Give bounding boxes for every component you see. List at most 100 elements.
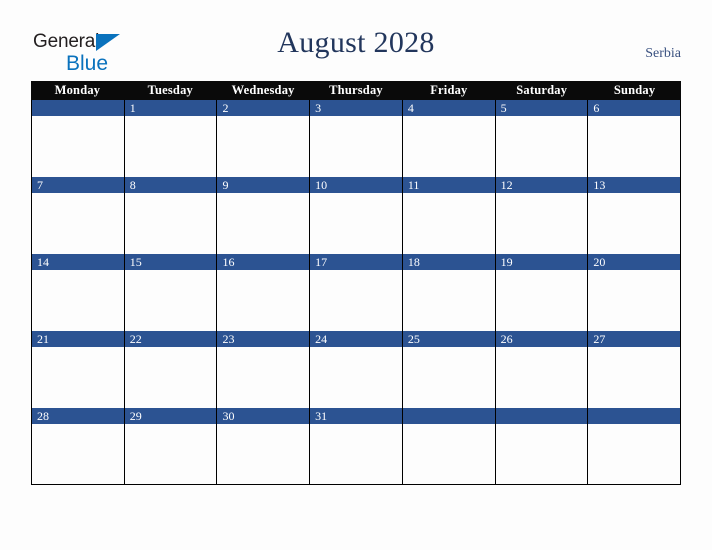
- day-cell[interactable]: 7: [32, 177, 125, 254]
- day-cell[interactable]: 1: [124, 100, 218, 177]
- day-event-area[interactable]: [124, 347, 217, 406]
- day-event-area[interactable]: [495, 270, 588, 329]
- day-number-band: 26: [495, 331, 588, 347]
- weekday-header-wednesday: Wednesday: [231, 83, 295, 97]
- day-number-band: 1: [124, 100, 217, 116]
- day-event-area[interactable]: [402, 116, 495, 175]
- day-event-area[interactable]: [310, 193, 402, 252]
- day-cell[interactable]: 13: [588, 177, 682, 254]
- day-number-band: 21: [32, 331, 124, 347]
- day-number: 9: [222, 178, 229, 192]
- day-event-area[interactable]: [495, 116, 588, 175]
- day-cell[interactable]: 15: [124, 254, 218, 331]
- day-event-area[interactable]: [588, 270, 681, 329]
- day-event-area[interactable]: [32, 116, 124, 175]
- day-cell[interactable]: 28: [32, 408, 125, 485]
- day-event-area[interactable]: [32, 347, 124, 406]
- day-cell[interactable]: [588, 408, 682, 485]
- day-cell[interactable]: 10: [310, 177, 403, 254]
- day-number: 4: [407, 101, 414, 115]
- weekday-header-monday: Monday: [54, 83, 101, 97]
- week-row: 21 22 23 24 25 26 27: [31, 331, 682, 408]
- day-number: 10: [315, 178, 328, 192]
- day-event-area[interactable]: [402, 270, 495, 329]
- day-number: 27: [593, 332, 606, 346]
- day-event-area[interactable]: [124, 270, 217, 329]
- day-cell[interactable]: 9: [217, 177, 311, 254]
- day-number-band: [588, 408, 681, 424]
- day-cell[interactable]: 3: [310, 100, 403, 177]
- day-event-area[interactable]: [495, 347, 588, 406]
- day-number-band: 11: [402, 177, 495, 193]
- day-event-area[interactable]: [588, 347, 681, 406]
- day-number-band: 12: [495, 177, 588, 193]
- day-event-area[interactable]: [310, 347, 402, 406]
- day-event-area[interactable]: [402, 193, 495, 252]
- day-number: 2: [222, 101, 229, 115]
- day-number-band: 17: [310, 254, 402, 270]
- day-cell[interactable]: 31: [310, 408, 403, 485]
- day-cell[interactable]: 11: [402, 177, 496, 254]
- day-event-area[interactable]: [32, 424, 124, 483]
- day-cell[interactable]: 30: [217, 408, 311, 485]
- day-number-band: 31: [310, 408, 402, 424]
- day-cell[interactable]: 2: [217, 100, 311, 177]
- day-event-area[interactable]: [217, 347, 310, 406]
- day-number: 25: [407, 332, 420, 346]
- day-number: 24: [315, 332, 328, 346]
- day-cell[interactable]: 14: [32, 254, 125, 331]
- day-number-band: 29: [124, 408, 217, 424]
- day-cell[interactable]: 5: [495, 100, 589, 177]
- day-event-area[interactable]: [217, 193, 310, 252]
- day-cell[interactable]: [32, 100, 125, 177]
- day-cell[interactable]: 27: [588, 331, 682, 408]
- day-event-area[interactable]: [124, 193, 217, 252]
- week-row: 7 8 9 10 11 12 13: [31, 177, 682, 254]
- day-cell[interactable]: 18: [402, 254, 496, 331]
- weekday-header-tuesday: Tuesday: [147, 83, 193, 97]
- day-event-area[interactable]: [310, 424, 402, 483]
- day-cell[interactable]: 4: [402, 100, 496, 177]
- day-cell[interactable]: 22: [124, 331, 218, 408]
- day-cell[interactable]: 12: [495, 177, 589, 254]
- day-cell[interactable]: 20: [588, 254, 682, 331]
- day-event-area[interactable]: [124, 424, 217, 483]
- day-event-area[interactable]: [588, 424, 681, 483]
- day-number: 15: [129, 255, 142, 269]
- day-cell[interactable]: 25: [402, 331, 496, 408]
- day-event-area[interactable]: [310, 116, 402, 175]
- day-event-area[interactable]: [402, 347, 495, 406]
- day-event-area[interactable]: [217, 424, 310, 483]
- day-event-area[interactable]: [217, 270, 310, 329]
- day-cell[interactable]: 6: [588, 100, 682, 177]
- day-cell[interactable]: 19: [495, 254, 589, 331]
- day-event-area[interactable]: [217, 116, 310, 175]
- day-number: 18: [407, 255, 420, 269]
- day-event-area[interactable]: [32, 193, 124, 252]
- day-event-area[interactable]: [495, 424, 588, 483]
- country-label: Serbia: [645, 46, 681, 61]
- page-header: General Blue August 2028 Serbia: [0, 0, 712, 80]
- day-cell[interactable]: 17: [310, 254, 403, 331]
- weekday-header-sunday: Sunday: [613, 83, 656, 97]
- day-cell[interactable]: [402, 408, 496, 485]
- day-cell[interactable]: 23: [217, 331, 311, 408]
- day-number-band: 22: [124, 331, 217, 347]
- day-cell[interactable]: 21: [32, 331, 125, 408]
- day-cell[interactable]: [495, 408, 589, 485]
- day-event-area[interactable]: [310, 270, 402, 329]
- day-number-band: 6: [588, 100, 681, 116]
- day-cell[interactable]: 29: [124, 408, 218, 485]
- day-number-band: 3: [310, 100, 402, 116]
- day-event-area[interactable]: [495, 193, 588, 252]
- day-event-area[interactable]: [402, 424, 495, 483]
- day-cell[interactable]: 24: [310, 331, 403, 408]
- day-event-area[interactable]: [588, 193, 681, 252]
- day-number-band: 15: [124, 254, 217, 270]
- day-cell[interactable]: 8: [124, 177, 218, 254]
- day-cell[interactable]: 16: [217, 254, 311, 331]
- day-event-area[interactable]: [124, 116, 217, 175]
- day-cell[interactable]: 26: [495, 331, 589, 408]
- day-event-area[interactable]: [588, 116, 681, 175]
- day-event-area[interactable]: [32, 270, 124, 329]
